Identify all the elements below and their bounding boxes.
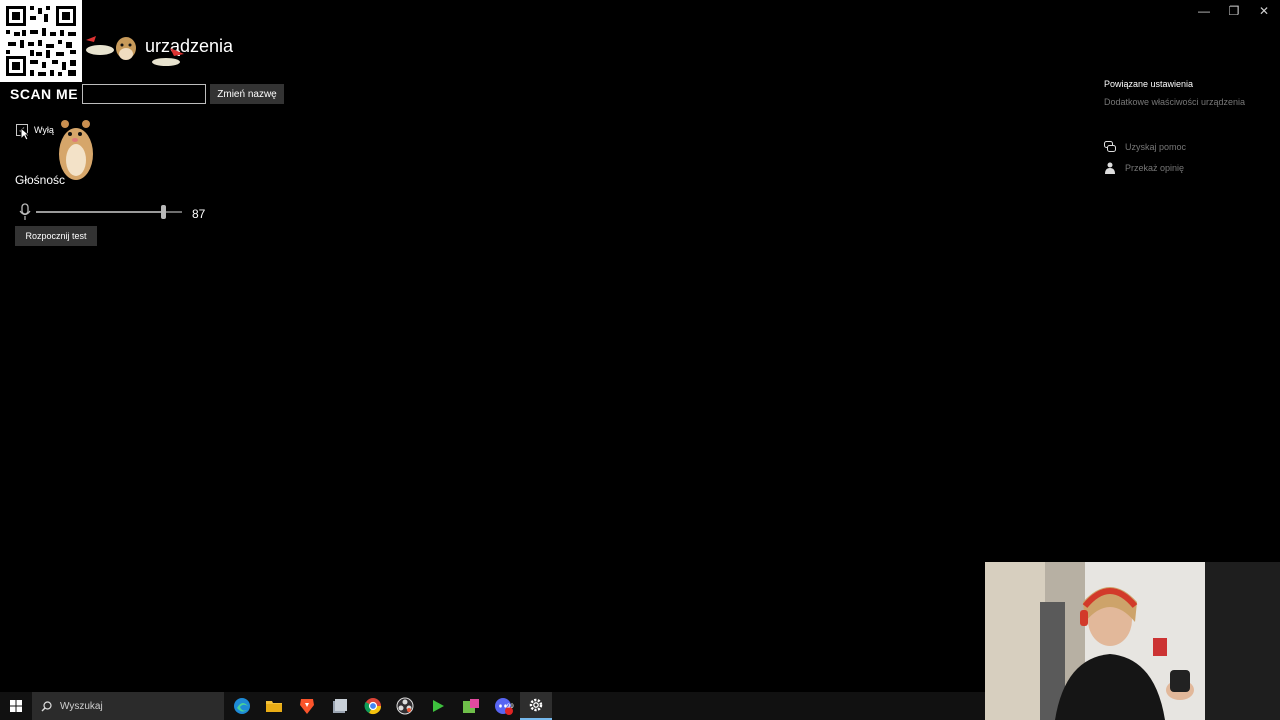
greenshot-icon[interactable]	[455, 692, 487, 720]
get-help-link[interactable]: Uzyskaj pomoc	[1104, 141, 1186, 153]
windows-logo-icon	[10, 700, 22, 712]
webcam-overlay	[985, 562, 1280, 720]
file-explorer-icon[interactable]	[258, 692, 290, 720]
scan-me-label: SCAN ME	[10, 86, 79, 102]
start-test-button[interactable]: Rozpocznij test	[15, 226, 97, 246]
mouse-cursor-icon	[20, 127, 30, 141]
obs-icon[interactable]	[389, 692, 421, 720]
device-name-input[interactable]	[82, 84, 206, 104]
files-icon[interactable]	[324, 692, 356, 720]
additional-properties-link[interactable]: Dodatkowe właściwości urządzenia	[1104, 97, 1245, 107]
chat-help-icon	[1104, 141, 1116, 152]
taskbar-search-placeholder: Wyszukaj	[60, 700, 103, 712]
feedback-label: Przekaż opinię	[1125, 163, 1185, 173]
get-help-label: Uzyskaj pomoc	[1125, 142, 1187, 152]
media-player-icon[interactable]	[422, 692, 454, 720]
feedback-link[interactable]: Przekaż opinię	[1104, 162, 1184, 174]
volume-slider-thumb[interactable]	[161, 205, 166, 219]
streamer-video	[985, 562, 1280, 720]
sticker-graphic	[152, 48, 184, 66]
start-button[interactable]	[0, 692, 32, 720]
chrome-icon[interactable]	[357, 692, 389, 720]
search-icon	[41, 700, 52, 711]
disable-checkbox-label: Wyłą	[34, 125, 54, 135]
related-settings-heading: Powiązane ustawienia	[1104, 79, 1194, 89]
discord-badge: 99	[507, 704, 514, 710]
taskbar-search-box[interactable]: Wyszukaj	[32, 692, 224, 720]
rename-button[interactable]: Zmień nazwę	[210, 84, 284, 104]
volume-slider-fill	[36, 211, 163, 213]
sticker-graphic	[86, 36, 136, 60]
qr-code-icon	[0, 0, 82, 82]
minimize-button[interactable]: —	[1188, 0, 1220, 22]
settings-icon[interactable]	[520, 692, 552, 720]
microphone-icon	[19, 203, 31, 220]
discord-icon[interactable]: 99	[488, 692, 520, 720]
edge-icon[interactable]	[226, 692, 258, 720]
brave-icon[interactable]	[291, 692, 323, 720]
close-button[interactable]: ✕	[1248, 0, 1280, 22]
restore-button[interactable]: ❐	[1218, 0, 1250, 22]
volume-value: 87	[192, 207, 206, 221]
feedback-person-icon	[1105, 162, 1115, 174]
volume-heading: Głośnośc	[15, 173, 66, 187]
qr-code	[0, 0, 82, 82]
